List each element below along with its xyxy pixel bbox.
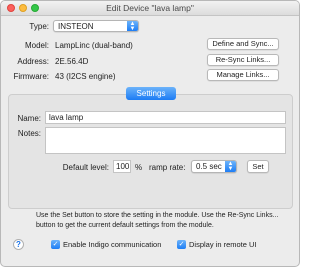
set-button[interactable]: Set — [247, 160, 269, 173]
name-label: Name: — [17, 114, 41, 123]
default-level-label: Default level: — [62, 163, 109, 172]
enable-communication-checkbox[interactable]: ✓ — [51, 240, 60, 249]
help-text: Use the Set button to store the setting … — [36, 212, 279, 229]
model-value: LampLinc (dual-band) — [55, 41, 133, 50]
ramp-rate-popup[interactable]: 0.5 sec ▲ ▼ — [191, 160, 237, 173]
display-remote-ui-label: Display in remote UI — [189, 240, 257, 249]
name-field[interactable]: lava lamp — [45, 111, 286, 124]
firmware-value: 43 (I2CS engine) — [55, 72, 116, 81]
address-label: Address: — [17, 57, 49, 66]
title-bar: Edit Device "lava lamp" — [1, 1, 299, 16]
notes-label: Notes: — [17, 129, 41, 138]
default-level-value: 100 — [116, 162, 130, 171]
model-label: Model: — [24, 41, 49, 50]
manage-links-button[interactable]: Manage Links... — [207, 69, 279, 81]
firmware-label: Firmware: — [13, 72, 49, 81]
address-value: 2E.56.4D — [55, 57, 89, 66]
percent-unit: % — [135, 163, 143, 172]
name-field-value: lava lamp — [49, 113, 84, 122]
display-remote-ui-checkbox[interactable]: ✓ — [177, 240, 186, 249]
enable-communication-label: Enable Indigo communication — [63, 240, 162, 249]
help-icon[interactable]: ? — [13, 239, 24, 250]
define-sync-button[interactable]: Define and Sync... — [207, 38, 279, 50]
popup-chevron-icon: ▲ ▼ — [225, 161, 236, 172]
edit-device-window: Edit Device "lava lamp" Type: INSTEON ▲ ▼… — [0, 0, 300, 267]
settings-tab[interactable]: Settings — [126, 87, 176, 100]
type-popup[interactable]: INSTEON ▲ ▼ — [53, 20, 139, 32]
ramp-rate-value: 0.5 sec — [196, 162, 222, 171]
default-level-field[interactable]: 100 — [113, 160, 131, 173]
notes-field[interactable] — [45, 127, 286, 154]
resync-links-button[interactable]: Re-Sync Links... — [207, 54, 279, 66]
type-label: Type: — [29, 22, 49, 31]
window-title: Edit Device "lava lamp" — [106, 3, 194, 13]
popup-chevron-icon: ▲ ▼ — [127, 21, 138, 32]
type-popup-value: INSTEON — [58, 22, 94, 31]
ramp-rate-label: ramp rate: — [149, 163, 186, 172]
